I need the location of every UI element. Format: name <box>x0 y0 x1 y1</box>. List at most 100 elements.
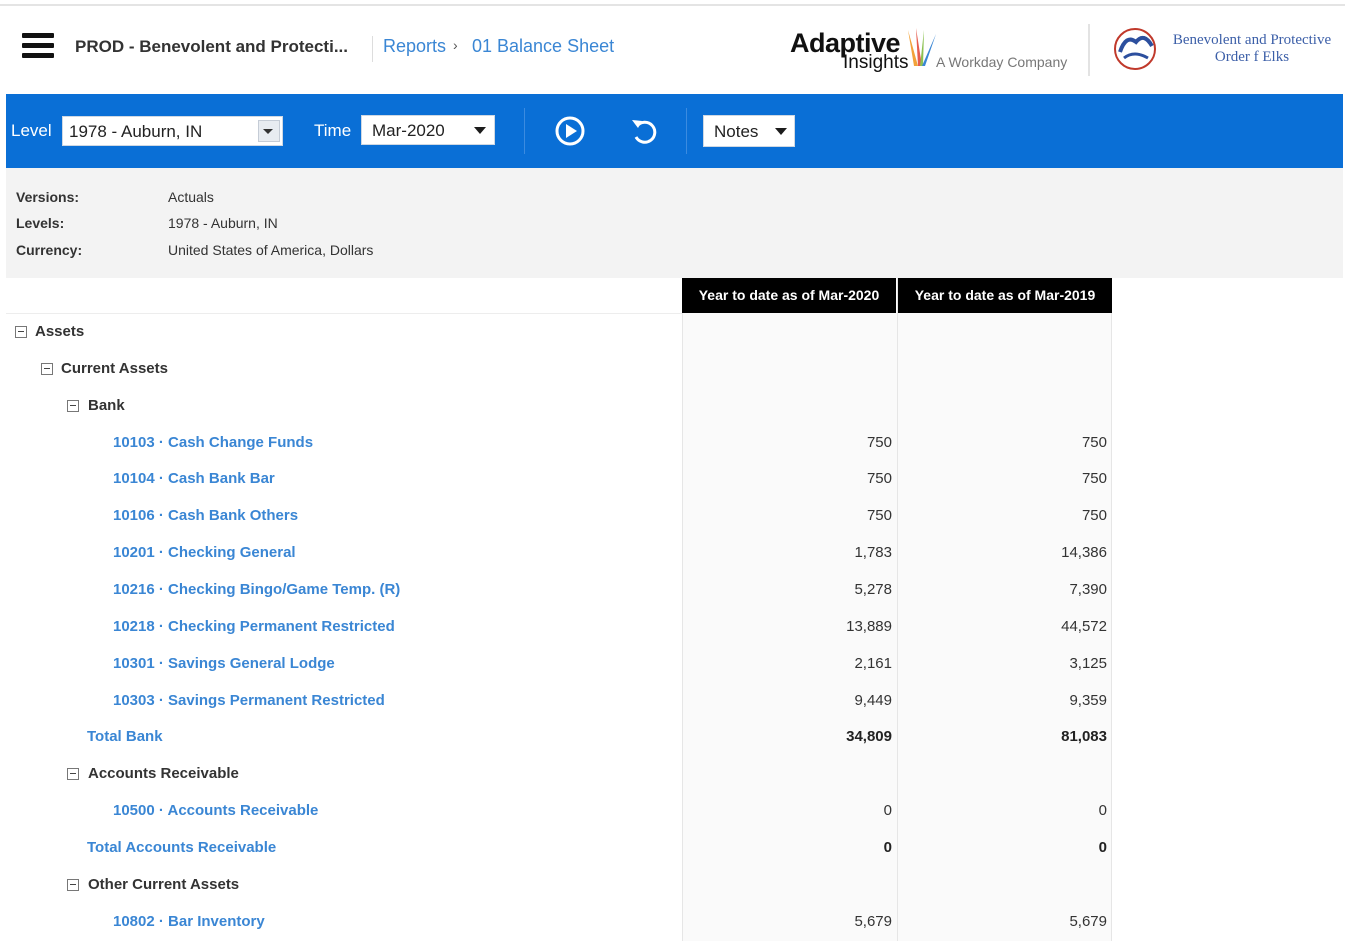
group-label: Accounts Receivable <box>88 765 239 783</box>
value-prior: 750 <box>1081 470 1107 488</box>
value-prior: 750 <box>1081 433 1107 451</box>
toolbar-divider <box>524 108 525 154</box>
level-select-value: 1978 - Auburn, IN <box>69 122 203 141</box>
account-link[interactable]: 10218 · Checking Permanent Restricted <box>113 618 395 635</box>
account-row: 10201 · Checking General 1,783 14,386 <box>0 535 1345 572</box>
info-key: Versions: <box>16 189 80 205</box>
account-link[interactable]: 10216 · Checking Bingo/Game Temp. (R) <box>113 581 400 598</box>
total-row: Total Bank 34,809 81,083 <box>0 719 1345 756</box>
collapse-icon[interactable] <box>41 362 53 375</box>
info-key: Levels: <box>16 215 65 231</box>
toolbar-divider <box>686 108 687 154</box>
run-report-icon[interactable] <box>555 116 585 146</box>
value-prior: 9,359 <box>1069 691 1107 709</box>
elks-emblem-icon <box>1114 28 1156 70</box>
account-link[interactable]: 10802 · Bar Inventory <box>113 913 265 930</box>
collapse-icon[interactable] <box>67 768 79 781</box>
total-label[interactable]: Total Accounts Receivable <box>87 839 276 856</box>
level-select[interactable]: 1978 - Auburn, IN <box>62 116 283 146</box>
notes-button[interactable]: Notes <box>703 115 795 147</box>
account-link[interactable]: 10104 · Cash Bank Bar <box>113 470 275 487</box>
account-row: 10802 · Bar Inventory 5,679 5,679 <box>0 904 1345 941</box>
collapse-icon[interactable] <box>67 399 79 412</box>
group-label: Assets <box>35 323 85 340</box>
value-current: 5,679 <box>854 912 892 930</box>
group-row: Bank <box>0 388 1345 425</box>
account-row: 10500 · Accounts Receivable 0 0 <box>0 793 1345 830</box>
collapse-icon[interactable] <box>15 326 27 338</box>
info-value: United States of America, Dollars <box>168 242 374 258</box>
value-prior: 7,390 <box>1069 580 1107 598</box>
value-prior: 14,386 <box>1061 544 1107 562</box>
chevron-down-icon[interactable] <box>258 120 280 142</box>
column-header-prior: Year to date as of Mar-2019 <box>898 278 1112 313</box>
report-toolbar: Level 1978 - Auburn, IN Time Mar-2020 No… <box>6 94 1343 168</box>
org-logo-text: Benevolent and Protective Order f Elks <box>1163 32 1341 66</box>
group-row: Current Assets <box>0 351 1345 388</box>
org-logo-line2: Order f Elks <box>1214 49 1290 65</box>
vendor-logo-sub: Insights <box>843 52 909 73</box>
account-link[interactable]: 10301 · Savings General Lodge <box>113 655 335 672</box>
value-current: 9,449 <box>854 691 892 709</box>
account-link[interactable]: 10303 · Savings Permanent Restricted <box>113 692 385 709</box>
account-link[interactable]: 10500 · Accounts Receivable <box>113 802 318 819</box>
value-prior: 81,083 <box>1061 728 1107 746</box>
value-prior: 0 <box>1098 802 1107 820</box>
account-row: 10216 · Checking Bingo/Game Temp. (R) 5,2… <box>0 572 1345 609</box>
value-current: 750 <box>866 433 892 451</box>
total-label[interactable]: Total Bank <box>87 728 163 745</box>
total-row: Total Accounts Receivable 0 0 <box>0 830 1345 867</box>
value-current: 0 <box>883 802 892 820</box>
collapse-icon[interactable] <box>67 878 79 891</box>
group-label: Current Assets <box>61 359 168 377</box>
value-prior: 44,572 <box>1061 617 1107 635</box>
value-current: 750 <box>866 507 892 525</box>
account-row: 10301 · Savings General Lodge 2,161 3,125 <box>0 646 1345 683</box>
group-label: Other Current Assets <box>88 875 240 893</box>
account-row: 10103 · Cash Change Funds 750 750 <box>0 425 1345 462</box>
value-current: 1,783 <box>854 544 892 562</box>
account-row: 10218 · Checking Permanent Restricted 13,… <box>0 609 1345 646</box>
value-prior: 750 <box>1081 507 1107 525</box>
info-key: Currency: <box>16 242 83 258</box>
logo-divider <box>1088 24 1090 76</box>
app-title: PROD - Benevolent and Protecti... <box>75 37 348 56</box>
value-prior: 3,125 <box>1069 654 1107 672</box>
value-current: 2,161 <box>854 654 892 672</box>
group-label: Bank <box>88 396 125 414</box>
report-info: Versions: Actuals Levels: 1978 - Auburn,… <box>6 168 1343 278</box>
group-row: Accounts Receivable <box>0 756 1345 793</box>
value-prior: 5,679 <box>1069 912 1107 930</box>
level-label: Level <box>11 121 52 140</box>
notes-button-label: Notes <box>714 122 759 141</box>
account-link[interactable]: 10103 · Cash Change Funds <box>113 434 313 451</box>
account-row: 10303 · Savings Permanent Restricted 9,44… <box>0 683 1345 720</box>
value-current: 13,889 <box>846 617 892 635</box>
breadcrumb-divider <box>372 36 373 62</box>
vendor-logo-tagline: A Workday Company <box>936 54 1068 70</box>
account-row: 10106 · Cash Bank Others 750 750 <box>0 498 1345 535</box>
breadcrumb-balance-sheet[interactable]: 01 Balance Sheet <box>472 36 614 57</box>
caret-down-icon[interactable] <box>474 127 486 134</box>
breadcrumb-reports[interactable]: Reports <box>383 36 446 57</box>
time-select[interactable]: Mar-2020 <box>361 115 495 145</box>
caret-down-icon <box>775 128 787 135</box>
value-current: 0 <box>883 838 892 856</box>
info-value: 1978 - Auburn, IN <box>168 215 278 231</box>
account-row: 10104 · Cash Bank Bar 750 750 <box>0 461 1345 498</box>
group-row: Assets <box>0 314 1345 351</box>
breadcrumb-separator: › <box>453 37 458 53</box>
account-link[interactable]: 10201 · Checking General <box>113 544 296 561</box>
group-row: Other Current Assets <box>0 867 1345 904</box>
info-value: Actuals <box>168 189 214 205</box>
undo-icon[interactable] <box>628 116 658 146</box>
account-link[interactable]: 10106 · Cash Bank Others <box>113 507 298 524</box>
value-current: 34,809 <box>846 728 892 746</box>
column-header-current: Year to date as of Mar-2020 <box>682 278 896 313</box>
value-current: 5,278 <box>854 580 892 598</box>
time-select-value: Mar-2020 <box>372 121 445 140</box>
value-prior: 0 <box>1098 838 1107 856</box>
menu-icon[interactable] <box>22 33 54 59</box>
value-current: 750 <box>866 470 892 488</box>
org-logo-line1: Benevolent and Protective <box>1172 32 1332 48</box>
